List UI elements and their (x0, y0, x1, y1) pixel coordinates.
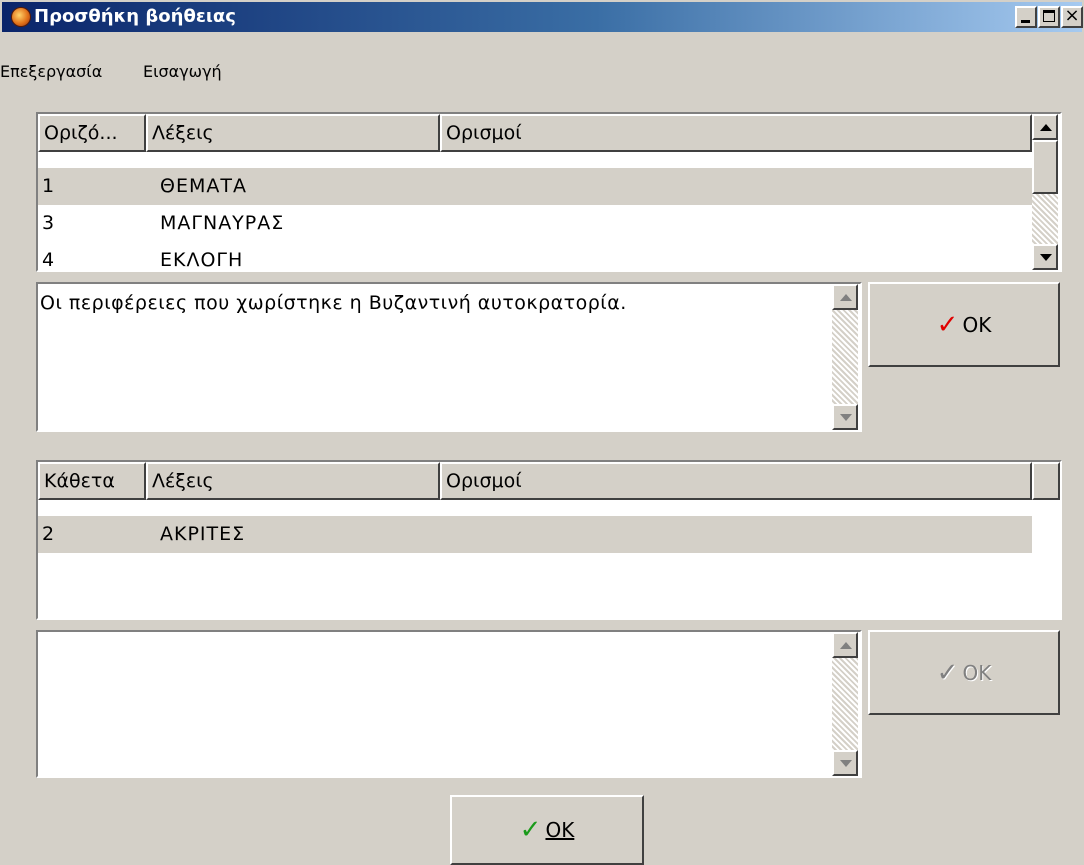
app-icon (12, 8, 30, 26)
across-row-number: 4 (42, 249, 56, 271)
across-row-number: 1 (42, 175, 56, 197)
window-title: Προσθήκη βοήθειας (34, 6, 236, 27)
down-words-grid[interactable]: Κάθετα Λέξεις Ορισμοί 2 ΑΚΡΙΤΕΣ (36, 460, 1062, 620)
main-ok-label: OK (545, 818, 575, 842)
help-add-window: Προσθήκη βοήθειας × Επεξεργασία Εισαγωγή… (0, 0, 1084, 865)
down-col-header-number[interactable]: Κάθετα (38, 462, 146, 500)
scroll-down-button[interactable] (1032, 244, 1058, 270)
across-col-header-definitions[interactable]: Ορισμοί (440, 114, 1032, 152)
scroll-down-button[interactable] (832, 750, 858, 776)
title-bar[interactable]: Προσθήκη βοήθειας × (2, 2, 1083, 32)
down-col-header-filler (1032, 462, 1060, 500)
across-definition-text: Οι περιφέρειες που χωρίστηκε η Βυζαντινή… (40, 292, 627, 314)
minimize-button[interactable] (1015, 6, 1037, 28)
across-row-word: ΘΕΜΑΤΑ (160, 175, 247, 197)
across-ok-button[interactable]: ✓ OK (868, 282, 1060, 367)
down-ok-button[interactable]: ✓ OK (868, 630, 1060, 715)
across-col-header-words[interactable]: Λέξεις (146, 114, 440, 152)
checkmark-icon: ✓ (936, 657, 959, 688)
arrow-up-icon (840, 294, 852, 301)
down-definition-textarea[interactable] (36, 630, 862, 778)
across-row-word: ΕΚΛΟΓΗ (160, 249, 244, 271)
scroll-up-button[interactable] (832, 632, 858, 658)
arrow-up-icon (840, 642, 852, 649)
across-words-grid[interactable]: Οριζό... Λέξεις Ορισμοί 1 ΘΕΜΑΤΑ 3 ΜΑΓΝΑ… (36, 112, 1062, 272)
arrow-down-icon (840, 760, 852, 767)
down-definition-scrollbar[interactable] (832, 632, 858, 776)
maximize-button[interactable] (1038, 6, 1060, 28)
across-row-number: 3 (42, 212, 56, 234)
main-ok-button[interactable]: ✓ OK (450, 795, 644, 865)
down-col-header-definitions[interactable]: Ορισμοί (440, 462, 1032, 500)
down-row-word: ΑΚΡΙΤΕΣ (160, 523, 246, 545)
menu-insert[interactable]: Εισαγωγή (143, 60, 222, 84)
across-definition-textarea[interactable]: Οι περιφέρειες που χωρίστηκε η Βυζαντινή… (36, 282, 862, 432)
across-row[interactable]: 4 ΕΚΛΟΓΗ (38, 242, 1032, 271)
down-ok-label: OK (962, 660, 992, 685)
across-col-header-number[interactable]: Οριζό... (38, 114, 146, 152)
scroll-up-button[interactable] (1032, 114, 1058, 140)
across-row[interactable]: 1 ΘΕΜΑΤΑ (38, 168, 1032, 205)
close-button[interactable]: × (1061, 6, 1083, 28)
across-ok-label: OK (962, 312, 992, 337)
scroll-up-button[interactable] (832, 284, 858, 310)
across-row-word: ΜΑΓΝΑΥΡΑΣ (160, 212, 285, 234)
across-definition-scrollbar[interactable] (832, 284, 858, 430)
checkmark-icon: ✓ (936, 309, 959, 340)
scroll-thumb[interactable] (1032, 140, 1058, 194)
maximize-icon (1043, 10, 1055, 22)
checkmark-icon: ✓ (519, 815, 542, 845)
down-row[interactable]: 2 ΑΚΡΙΤΕΣ (38, 516, 1032, 553)
scroll-down-button[interactable] (832, 404, 858, 430)
arrow-down-icon (840, 414, 852, 421)
minimize-icon (1021, 20, 1030, 23)
across-row[interactable]: 3 ΜΑΓΝΑΥΡΑΣ (38, 205, 1032, 242)
arrow-down-icon (1040, 254, 1052, 261)
close-icon: × (1064, 5, 1080, 26)
down-row-number: 2 (42, 523, 56, 545)
down-col-header-words[interactable]: Λέξεις (146, 462, 440, 500)
menu-edit[interactable]: Επεξεργασία (0, 60, 102, 84)
arrow-up-icon (1040, 124, 1052, 131)
across-grid-scrollbar[interactable] (1032, 114, 1058, 270)
